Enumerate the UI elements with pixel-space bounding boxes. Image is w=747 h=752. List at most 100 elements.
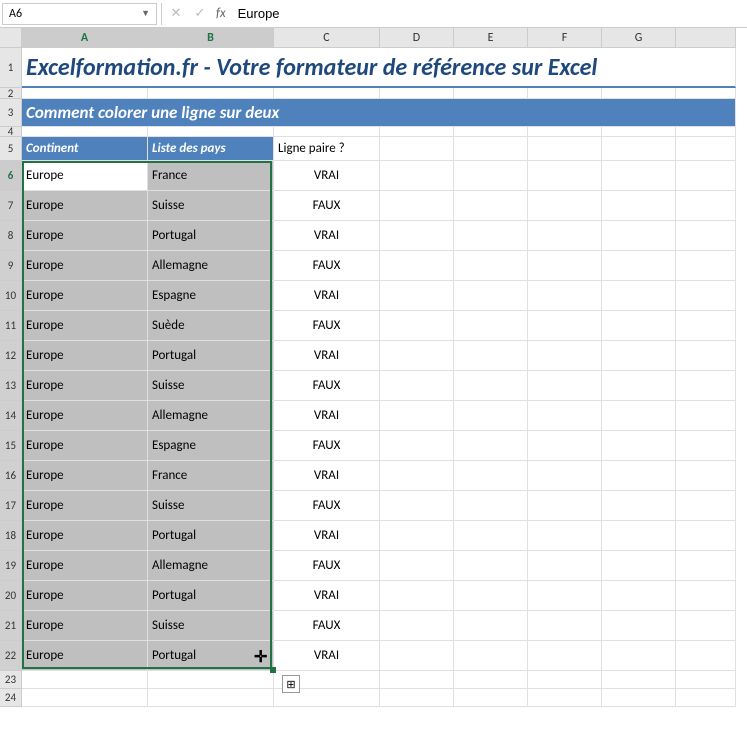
cell[interactable] (454, 641, 528, 671)
cell[interactable] (528, 581, 602, 611)
cell[interactable] (602, 221, 676, 251)
row-header-5[interactable]: 5 (0, 137, 22, 161)
cell[interactable] (676, 341, 736, 371)
cell[interactable] (676, 491, 736, 521)
cell[interactable] (148, 127, 274, 137)
cell[interactable] (148, 88, 274, 99)
cell[interactable] (148, 671, 274, 689)
cell[interactable] (528, 281, 602, 311)
cell[interactable] (380, 521, 454, 551)
cell-pays[interactable]: Suède (148, 311, 274, 341)
row-header-19[interactable]: 19 (0, 551, 22, 581)
cell-pays[interactable]: Suisse (148, 611, 274, 641)
cell[interactable] (454, 127, 528, 137)
cell[interactable] (380, 581, 454, 611)
cell[interactable] (602, 689, 676, 707)
cell[interactable] (602, 551, 676, 581)
cell-pays[interactable]: Portugal (148, 641, 274, 671)
cell[interactable] (380, 671, 454, 689)
cell-continent[interactable]: Europe (22, 161, 148, 191)
cell-continent[interactable]: Europe (22, 191, 148, 221)
cell[interactable] (528, 221, 602, 251)
cell-continent[interactable]: Europe (22, 551, 148, 581)
cell-ligne[interactable]: FAUX (274, 551, 380, 581)
cell[interactable] (454, 461, 528, 491)
cell-ligne[interactable]: VRAI (274, 341, 380, 371)
cell-continent[interactable]: Europe (22, 641, 148, 671)
cell[interactable] (454, 137, 528, 161)
quick-analysis-icon[interactable]: ⊞ (282, 675, 300, 693)
cell[interactable] (454, 671, 528, 689)
cell[interactable] (274, 88, 380, 99)
cell[interactable] (602, 191, 676, 221)
row-header-22[interactable]: 22 (0, 641, 22, 671)
cell-ligne[interactable]: FAUX (274, 431, 380, 461)
cell[interactable] (676, 281, 736, 311)
cell[interactable] (22, 689, 148, 707)
cell[interactable] (676, 551, 736, 581)
column-header-G[interactable]: G (602, 28, 676, 48)
row-header-13[interactable]: 13 (0, 371, 22, 401)
cell[interactable] (454, 191, 528, 221)
cell-pays[interactable]: Allemagne (148, 551, 274, 581)
cell[interactable] (602, 127, 676, 137)
cell[interactable] (380, 641, 454, 671)
cell[interactable] (22, 88, 148, 99)
formula-input[interactable] (230, 3, 747, 25)
cell[interactable] (528, 88, 602, 99)
cell[interactable] (528, 611, 602, 641)
cell[interactable] (676, 581, 736, 611)
select-all-corner[interactable] (0, 28, 22, 48)
page-title[interactable]: Excelformation.fr - Votre formateur de r… (22, 48, 736, 88)
row-header-10[interactable]: 10 (0, 281, 22, 311)
table-header-ligne[interactable]: Ligne paire ? (274, 137, 380, 161)
row-header-23[interactable]: 23 (0, 671, 22, 689)
cell-ligne[interactable]: VRAI (274, 521, 380, 551)
cell[interactable] (602, 611, 676, 641)
cell-pays[interactable]: Allemagne (148, 251, 274, 281)
row-header-11[interactable]: 11 (0, 311, 22, 341)
cell-continent[interactable]: Europe (22, 461, 148, 491)
cell[interactable] (528, 689, 602, 707)
cell-pays[interactable]: Suisse (148, 191, 274, 221)
cell-pays[interactable]: Espagne (148, 431, 274, 461)
cell-ligne[interactable]: VRAI (274, 281, 380, 311)
fill-handle[interactable] (270, 667, 276, 673)
cell[interactable] (380, 611, 454, 641)
cell[interactable] (602, 281, 676, 311)
cell-pays[interactable]: Portugal (148, 521, 274, 551)
cell[interactable] (528, 371, 602, 401)
row-header-24[interactable]: 24 (0, 689, 22, 707)
cell-ligne[interactable]: FAUX (274, 191, 380, 221)
cell[interactable] (676, 401, 736, 431)
table-header-pays[interactable]: Liste des pays (148, 137, 274, 161)
cell[interactable] (380, 221, 454, 251)
cell[interactable] (22, 127, 148, 137)
row-header-8[interactable]: 8 (0, 221, 22, 251)
cell[interactable] (380, 431, 454, 461)
cell-pays[interactable]: Portugal (148, 221, 274, 251)
cell[interactable] (676, 371, 736, 401)
cell-ligne[interactable]: FAUX (274, 371, 380, 401)
cell[interactable] (602, 671, 676, 689)
cell[interactable] (676, 221, 736, 251)
row-header-9[interactable]: 9 (0, 251, 22, 281)
name-box[interactable]: A6 ▼ (2, 3, 157, 25)
row-header-16[interactable]: 16 (0, 461, 22, 491)
cell[interactable] (676, 137, 736, 161)
cell[interactable] (454, 161, 528, 191)
cell[interactable] (380, 88, 454, 99)
cell[interactable] (676, 311, 736, 341)
row-header-1[interactable]: 1 (0, 48, 22, 88)
cell[interactable] (454, 401, 528, 431)
column-header-C[interactable]: C (274, 28, 380, 48)
cell-ligne[interactable]: FAUX (274, 311, 380, 341)
cell[interactable] (676, 431, 736, 461)
cell[interactable] (676, 641, 736, 671)
row-header-14[interactable]: 14 (0, 401, 22, 431)
cell[interactable] (528, 641, 602, 671)
cell[interactable] (454, 251, 528, 281)
row-header-12[interactable]: 12 (0, 341, 22, 371)
cell[interactable] (454, 551, 528, 581)
cell-ligne[interactable]: VRAI (274, 221, 380, 251)
